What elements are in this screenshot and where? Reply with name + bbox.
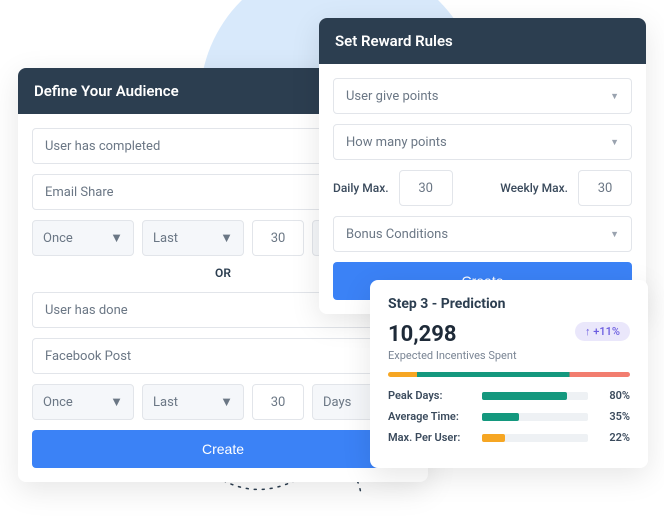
dropdown-label: User has done: [45, 303, 128, 318]
caret-down-icon: ▼: [110, 230, 123, 246]
daily-max-input[interactable]: 30: [399, 170, 453, 206]
metric-label: Average Time:: [388, 410, 474, 423]
caret-down-icon: ▼: [610, 137, 619, 148]
bonus-conditions-dropdown[interactable]: Bonus Conditions ▼: [333, 216, 632, 252]
input-value: 30: [271, 231, 286, 246]
metric-max-per-user: Max. Per User: 22%: [388, 431, 630, 444]
reward-amount-dropdown[interactable]: How many points ▼: [333, 124, 632, 160]
metric-fill: [482, 413, 519, 421]
daily-max-label: Daily Max.: [333, 181, 389, 195]
dropdown-label: User give points: [346, 89, 438, 104]
distribution-bar: [388, 372, 630, 377]
period-dropdown[interactable]: Last ▼: [142, 220, 244, 256]
prediction-card: Step 3 - Prediction 10,298 ↑ +11% Expect…: [370, 280, 648, 468]
count-input[interactable]: 30: [252, 220, 304, 256]
input-value: 30: [271, 395, 286, 410]
dropdown-label: User has completed: [45, 139, 160, 154]
weekly-max-label: Weekly Max.: [500, 181, 568, 195]
dropdown-label: Bonus Conditions: [346, 227, 448, 242]
caret-down-icon: ▼: [220, 394, 233, 410]
prediction-value: 10,298: [388, 322, 457, 347]
caret-down-icon: ▼: [110, 394, 123, 410]
dropdown-label: Facebook Post: [45, 349, 131, 364]
frequency-dropdown-2[interactable]: Once ▼: [32, 384, 134, 420]
metric-bar: [482, 413, 588, 421]
metric-label: Max. Per User:: [388, 431, 474, 444]
weekly-max-input[interactable]: 30: [578, 170, 632, 206]
metric-average-time: Average Time: 35%: [388, 410, 630, 423]
metric-value: 80%: [596, 389, 630, 402]
reward-card: Set Reward Rules User give points ▼ How …: [319, 18, 646, 314]
dropdown-label: Once: [43, 231, 73, 246]
count-input-2[interactable]: 30: [252, 384, 304, 420]
metric-fill: [482, 434, 505, 442]
metric-label: Peak Days:: [388, 389, 474, 402]
dropdown-label: Last: [153, 231, 178, 246]
reward-action-dropdown[interactable]: User give points ▼: [333, 78, 632, 114]
metric-bar: [482, 392, 588, 400]
create-audience-button[interactable]: Create: [32, 430, 414, 468]
dropdown-label: Days: [323, 395, 351, 410]
input-value: 30: [418, 181, 433, 196]
caret-down-icon: ▼: [610, 91, 619, 102]
reward-title: Set Reward Rules: [319, 18, 646, 64]
caret-down-icon: ▼: [610, 229, 619, 240]
prediction-subtitle: Expected Incentives Spent: [388, 349, 630, 362]
social-type-dropdown[interactable]: Facebook Post ▼: [32, 338, 414, 374]
caret-down-icon: ▼: [220, 230, 233, 246]
metric-value: 35%: [596, 410, 630, 423]
change-badge: ↑ +11%: [575, 322, 630, 341]
metric-fill: [482, 392, 567, 400]
metric-peak-days: Peak Days: 80%: [388, 389, 630, 402]
dropdown-label: How many points: [346, 135, 447, 150]
dropdown-label: Once: [43, 395, 73, 410]
input-value: 30: [598, 181, 613, 196]
prediction-title: Step 3 - Prediction: [388, 296, 630, 312]
period-dropdown-2[interactable]: Last ▼: [142, 384, 244, 420]
metric-value: 22%: [596, 431, 630, 444]
metric-bar: [482, 434, 588, 442]
frequency-dropdown[interactable]: Once ▼: [32, 220, 134, 256]
dropdown-label: Last: [153, 395, 178, 410]
dropdown-label: Email Share: [45, 185, 114, 200]
